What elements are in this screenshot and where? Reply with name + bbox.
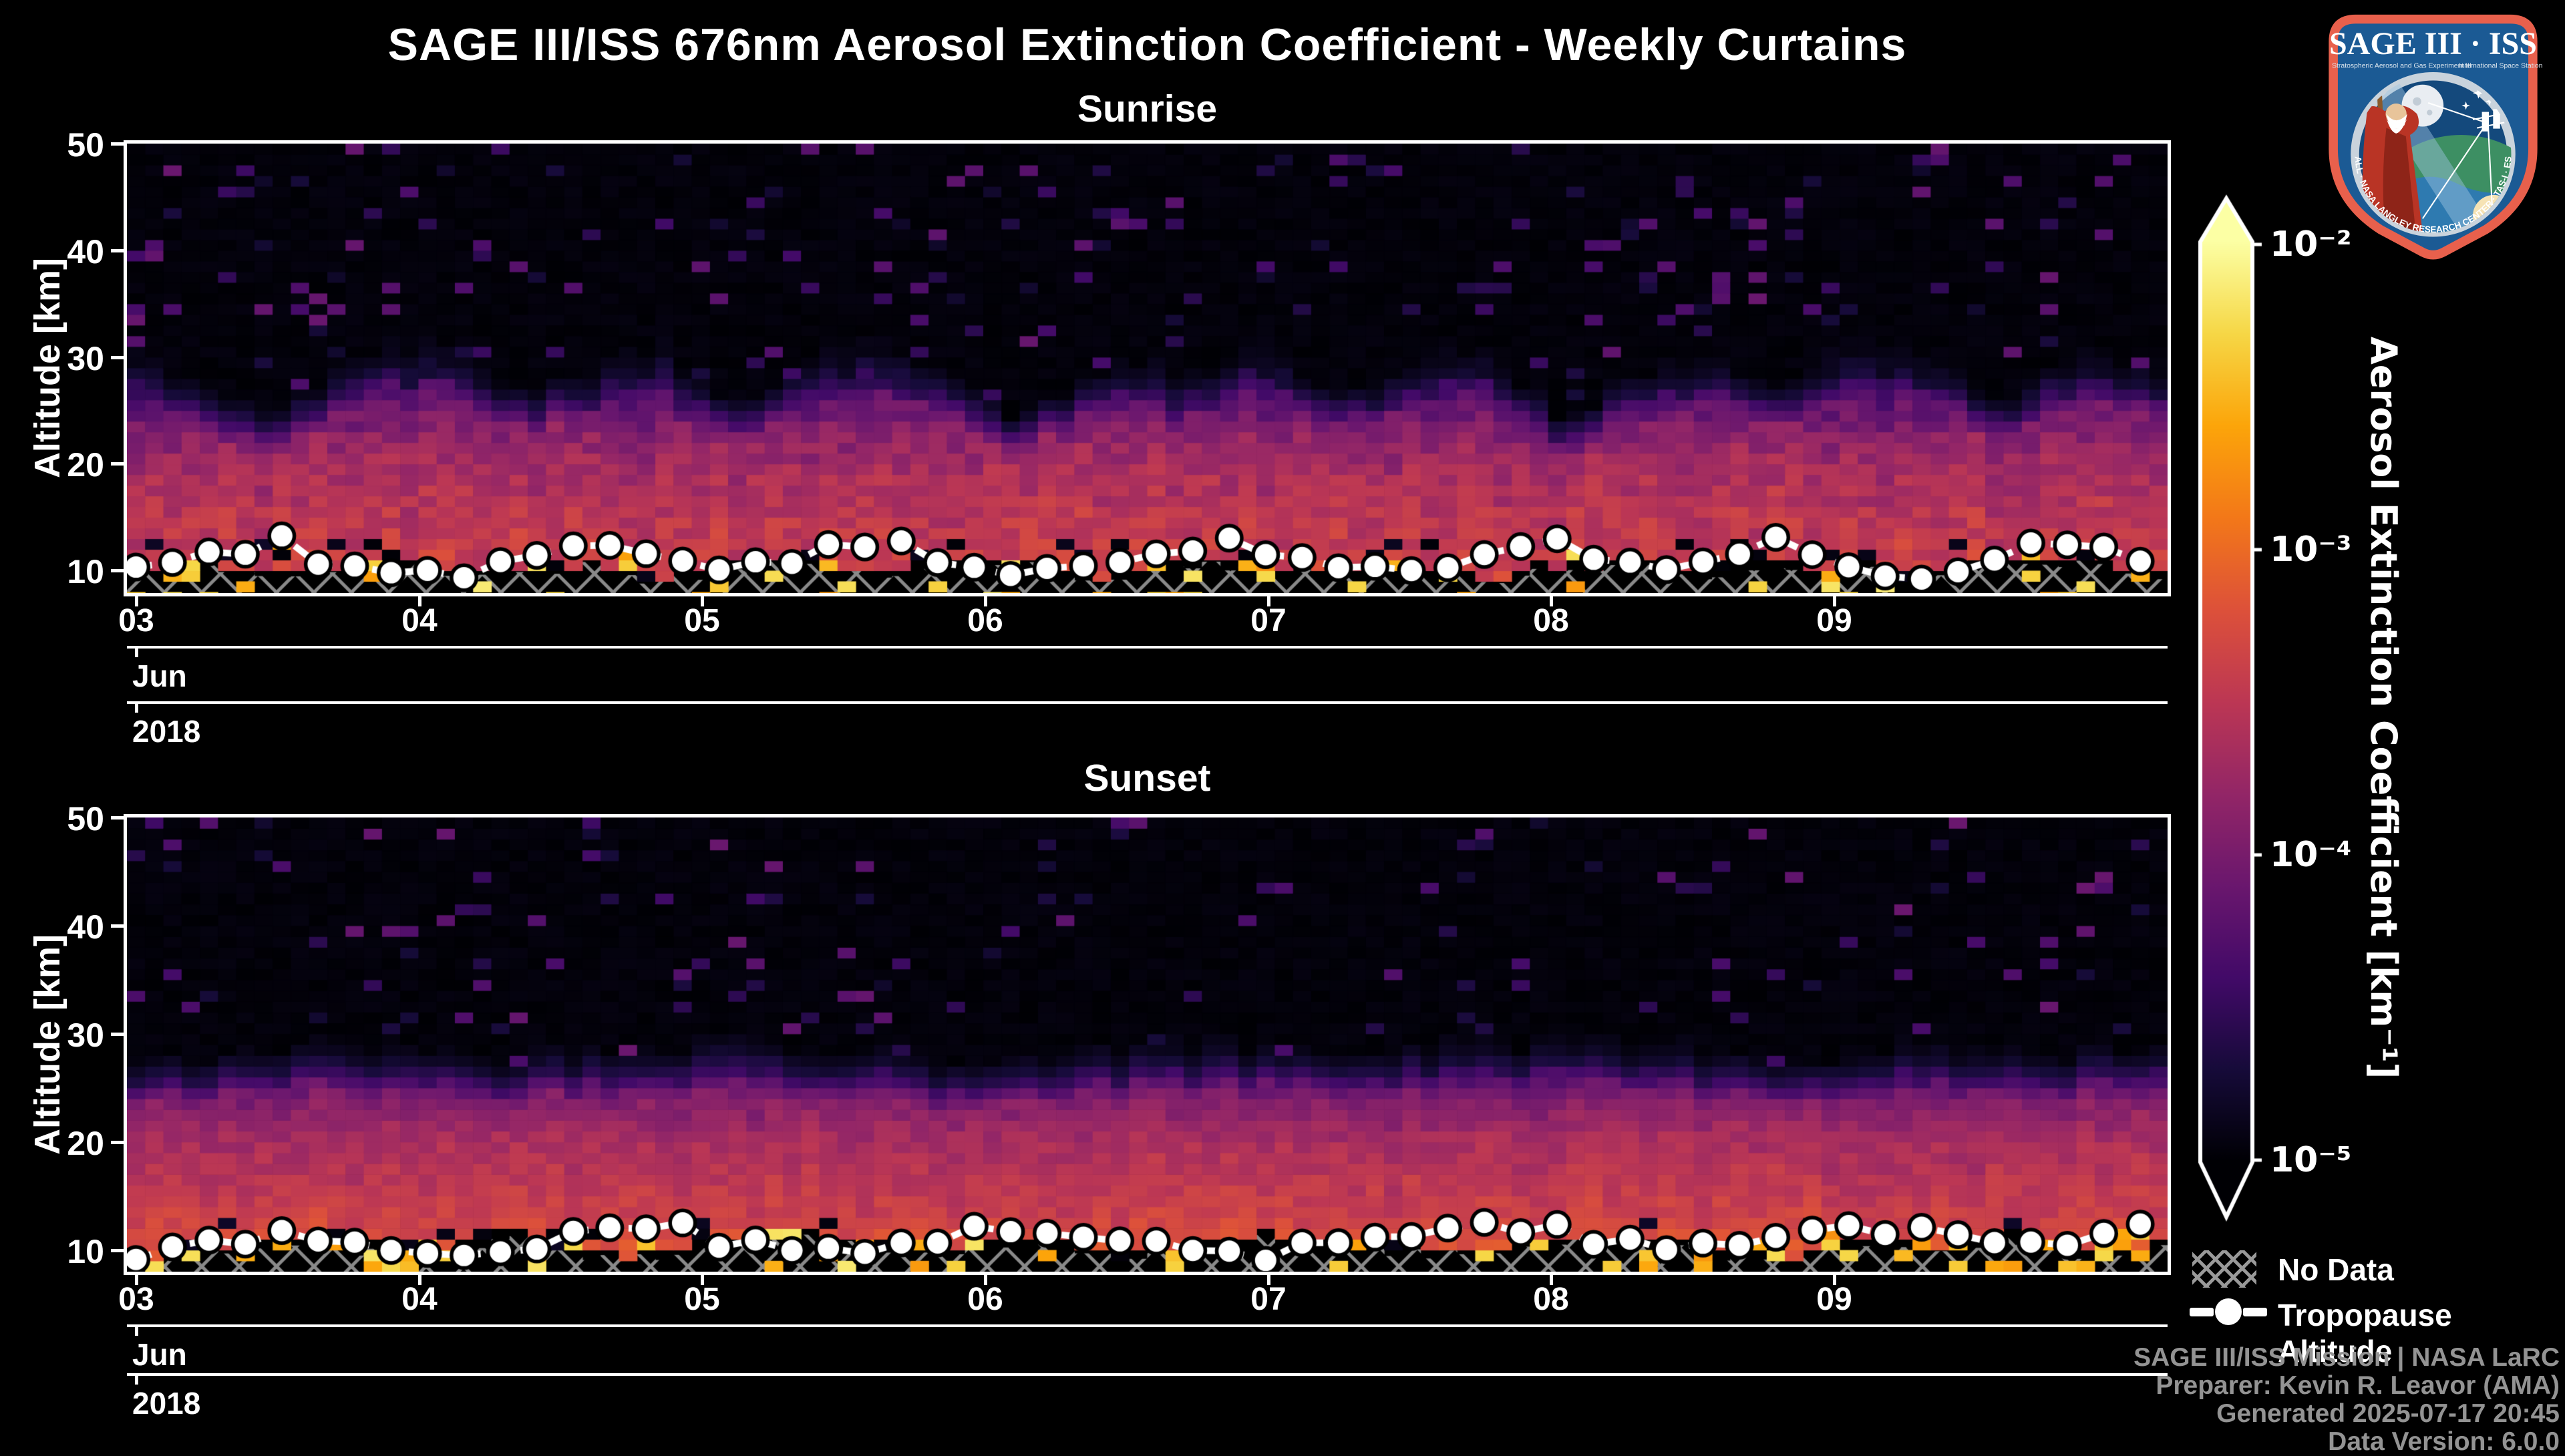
sunset-heatmap-panel: [124, 814, 2171, 1275]
tropopause-marker-swatch: [2215, 1298, 2242, 1325]
logo-title: SAGE III · ISS: [2329, 26, 2537, 61]
ytick: [111, 924, 124, 928]
month-axis-line: [127, 646, 2168, 649]
sunrise-heatmap-canvas: [127, 144, 2168, 593]
sunrise-heatmap-panel: [124, 140, 2171, 596]
month-axis-tick: [135, 649, 138, 657]
xtick-label: 09: [1816, 603, 1852, 639]
xtick-label: 06: [967, 603, 1003, 639]
colorbar-axis-label: Aerosol Extinction Coefficient [km⁻¹]: [2363, 337, 2405, 1079]
ytick: [111, 569, 124, 572]
logo-moon-crater: [2413, 97, 2421, 106]
credit-data-version: Data Version: 6.0.0: [2328, 1427, 2560, 1456]
ytick-label: 30: [67, 340, 104, 377]
xtick-label: 03: [118, 1282, 154, 1317]
no-data-hatch-swatch: [2192, 1250, 2256, 1288]
tropopause-line-swatch: [2190, 1308, 2214, 1316]
xtick-label: 05: [684, 603, 720, 639]
ytick: [111, 142, 124, 146]
ytick: [111, 356, 124, 359]
panel-title-sunrise: Sunrise: [1077, 87, 1218, 130]
xtick-label: 04: [401, 603, 438, 639]
ytick-label: 10: [67, 1233, 104, 1270]
month-axis-tick: [135, 1327, 138, 1336]
xtick-label: 09: [1816, 1282, 1852, 1317]
panel-title-sunset: Sunset: [1083, 757, 1211, 799]
sage-iii-iss-logo: SAGE III · ISS Stratospheric Aerosol and…: [2318, 9, 2543, 260]
month-label: Jun: [132, 1337, 187, 1372]
year-axis-line: [127, 701, 2168, 704]
xtick-label: 06: [967, 1282, 1003, 1317]
ytick: [111, 249, 124, 252]
ytick: [111, 1033, 124, 1036]
ytick: [111, 816, 124, 820]
ytick-label: 10: [67, 553, 104, 590]
credits-block: SAGE III/ISS Mission | NASA LaRC Prepare…: [1825, 1344, 2560, 1456]
ytick-label: 30: [67, 1017, 104, 1054]
ytick-label: 20: [67, 1125, 104, 1162]
ytick-label: 20: [67, 446, 104, 484]
credit-generated: Generated 2025-07-17 20:45: [2216, 1399, 2560, 1428]
xtick-label: 07: [1250, 603, 1287, 639]
xtick-label: 03: [118, 603, 154, 639]
year-label: 2018: [132, 714, 201, 749]
month-label: Jun: [132, 659, 187, 693]
colorbar: [2181, 180, 2281, 1236]
figure-title: SAGE III/ISS 676nm Aerosol Extinction Co…: [387, 19, 1907, 70]
xtick-label: 07: [1250, 1282, 1287, 1317]
month-axis-line: [127, 1324, 2168, 1327]
no-data-legend-label: No Data: [2278, 1252, 2394, 1287]
credit-preparer: Preparer: Kevin R. Leavor (AMA): [2156, 1371, 2560, 1400]
xtick-label: 08: [1533, 603, 1569, 639]
sunset-heatmap-canvas: [127, 817, 2168, 1272]
logo-moon-crater: [2427, 110, 2433, 116]
ytick: [111, 1249, 124, 1252]
xtick-label: 05: [684, 1282, 720, 1317]
ytick-label: 50: [67, 126, 104, 164]
ytick-label: 40: [67, 233, 104, 270]
year-axis-tick: [135, 704, 138, 713]
ytick-label: 40: [67, 908, 104, 946]
logo-subtitle-left: Stratospheric Aerosol and Gas Experiment…: [2332, 63, 2471, 70]
year-label: 2018: [132, 1386, 201, 1421]
xtick-label: 04: [401, 1282, 438, 1317]
year-axis-tick: [135, 1376, 138, 1385]
xtick-label: 08: [1533, 1282, 1569, 1317]
tropopause-line-swatch: [2243, 1308, 2267, 1316]
ytick: [111, 1141, 124, 1144]
credit-mission: SAGE III/ISS Mission | NASA LaRC: [2133, 1343, 2560, 1372]
ytick-label: 50: [67, 800, 104, 838]
logo-subtitle-right: International Space Station: [2459, 63, 2543, 70]
ytick: [111, 462, 124, 466]
